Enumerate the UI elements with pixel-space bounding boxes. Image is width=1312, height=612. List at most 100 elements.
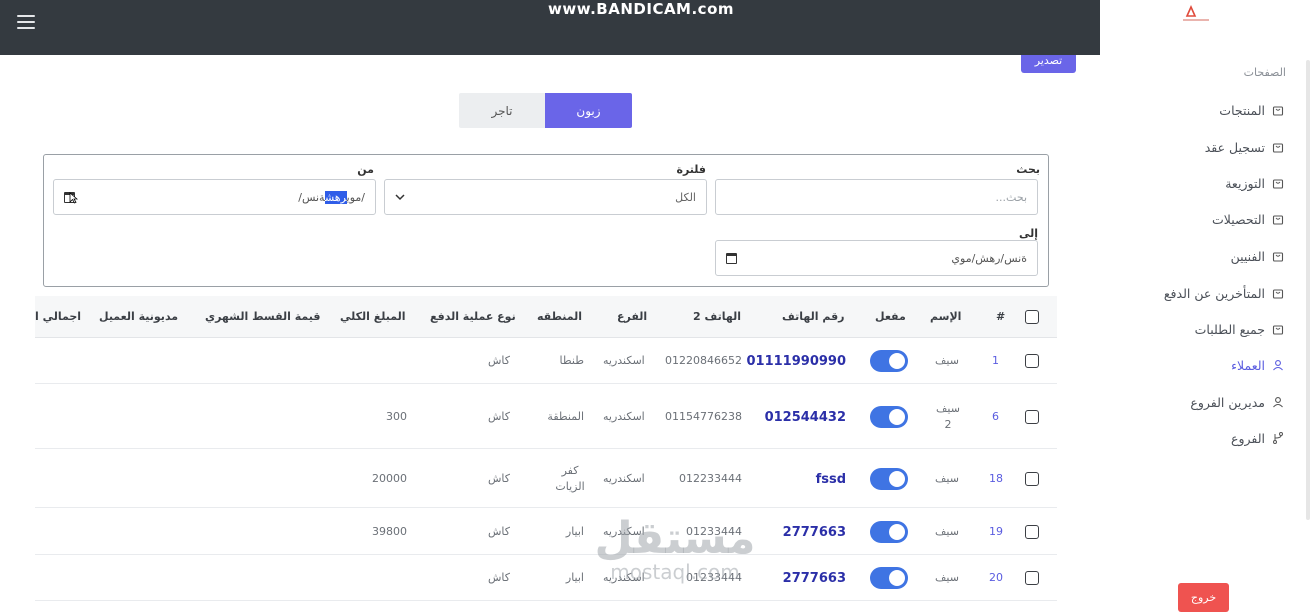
sidebar-item-label: المنتجات — [1219, 102, 1265, 118]
select-all-checkbox[interactable] — [1025, 310, 1039, 324]
th-payment-type: نوع عملية الدفع — [430, 310, 516, 323]
sidebar-item-label: الفروع — [1231, 430, 1265, 446]
user-icon — [1272, 396, 1284, 408]
th-index: # — [996, 310, 1006, 323]
sidebar-item-label: جميع الطلبات — [1194, 321, 1265, 337]
cell-payment-type: كاش — [488, 571, 511, 584]
cell-branch: اسكندريه — [603, 410, 645, 423]
cell-name: سيف — [935, 354, 959, 367]
sidebar-scrollbar[interactable] — [1306, 60, 1310, 520]
active-toggle[interactable] — [870, 406, 908, 428]
cell-phone[interactable]: 2777663 — [783, 525, 846, 540]
cell-name: سيف 2 — [936, 402, 960, 431]
cell-phone[interactable]: 012544432 — [765, 410, 846, 425]
th-region: المنطقه — [537, 310, 583, 323]
th-total: المبلغ الكلي — [340, 310, 406, 323]
active-toggle[interactable] — [870, 567, 908, 589]
th-phone: رقم الهاتف — [782, 310, 845, 323]
cell-phone[interactable]: fssd — [816, 472, 846, 487]
cell-phone[interactable]: 2777663 — [783, 571, 846, 586]
to-date-input[interactable]: ةنس/رهش/موي — [715, 240, 1038, 276]
cell-total: 300 — [386, 410, 407, 423]
th-branch: الفرع — [617, 310, 648, 323]
th-active: مفعل — [875, 310, 906, 323]
table-header: # الإسم مفعل رقم الهاتف الهاتف 2 الفرع ا… — [35, 296, 1057, 338]
sidebar — [1100, 0, 1312, 612]
calendar-icon[interactable] — [726, 252, 737, 264]
search-label: بحث — [1016, 163, 1040, 176]
cell-phone2: 01220846652 — [665, 354, 742, 367]
cell-payment-type: كاش — [488, 354, 511, 367]
table-row[interactable]: 1 سيف 01111990990 01220846652 اسكندريه طنطا كا… — [35, 338, 1057, 384]
filter-select-value: الكل — [675, 190, 696, 204]
row-checkbox[interactable] — [1025, 354, 1039, 368]
cell-payment-type: كاش — [488, 472, 511, 485]
th-name: الإسم — [930, 310, 962, 323]
user-icon — [1272, 359, 1284, 371]
cell-name: سيف — [935, 571, 959, 584]
row-checkbox[interactable] — [1025, 410, 1039, 424]
sidebar-item-9[interactable]: الفروع — [1231, 427, 1284, 449]
sidebar-item-8[interactable]: مديرين الفروع — [1190, 391, 1284, 413]
sidebar-item-6[interactable]: جميع الطلبات — [1195, 318, 1284, 340]
tab-merchant[interactable]: تاجر — [459, 93, 545, 128]
th-installment: قيمة القسط الشهري — [205, 310, 321, 323]
active-toggle[interactable] — [870, 521, 908, 543]
calendar-icon[interactable] — [64, 188, 78, 207]
bag-icon — [1272, 287, 1284, 299]
cell-phone2: 01233444 — [686, 525, 742, 538]
sidebar-item-2[interactable]: التوزيعة — [1225, 172, 1284, 194]
bag-icon — [1272, 104, 1284, 116]
sidebar-item-label: الفنيين — [1230, 248, 1265, 264]
menu-icon[interactable] — [17, 15, 35, 29]
table-row[interactable]: 18 سيف fssd 012233444 اسكندريه كفر الزيات كاش 20… — [35, 449, 1057, 508]
cell-region: المنطقة — [547, 410, 584, 423]
bag-icon — [1272, 177, 1284, 189]
cell-name: سيف — [935, 472, 959, 485]
filter-select[interactable]: الكل — [384, 179, 707, 215]
cell-region: ابيار — [565, 525, 584, 538]
cell-region: ابيار — [565, 571, 584, 584]
logout-button[interactable]: خروج — [1178, 583, 1229, 612]
cell-region: طنطا — [559, 354, 584, 367]
tab-customer[interactable]: زبون — [545, 93, 632, 128]
cell-branch: اسكندريه — [603, 354, 645, 367]
filter-label: فلترة — [676, 163, 706, 176]
bag-icon — [1272, 250, 1284, 262]
cell-total: 39800 — [372, 525, 407, 538]
logo — [1177, 4, 1215, 24]
cell-index: 20 — [989, 571, 1003, 584]
sidebar-item-5[interactable]: المتأخرين عن الدفع — [1164, 282, 1284, 304]
sidebar-item-label: تسجيل عقد — [1204, 139, 1265, 155]
cell-index: 18 — [989, 472, 1003, 485]
row-checkbox[interactable] — [1025, 525, 1039, 539]
from-date-input[interactable]: /مويرهشةنس/ — [53, 179, 376, 215]
active-toggle[interactable] — [870, 468, 908, 490]
bag-icon — [1272, 323, 1284, 335]
row-checkbox[interactable] — [1025, 571, 1039, 585]
table-row[interactable]: 6 سيف 2 012544432 01154776238 اسكندريه المنطقة… — [35, 384, 1057, 449]
search-input[interactable] — [715, 179, 1038, 215]
from-label: من — [357, 163, 374, 176]
sidebar-item-4[interactable]: الفنيين — [1231, 245, 1284, 267]
cell-phone2: 01233444 — [686, 571, 742, 584]
sidebar-item-label: التحصيلات — [1212, 211, 1265, 227]
customers-table: # الإسم مفعل رقم الهاتف الهاتف 2 الفرع ا… — [35, 296, 1057, 612]
table-row[interactable]: 19 سيف 2777663 01233444 اسكندريه ابيار كاش 3980… — [35, 508, 1057, 555]
cell-total: 20000 — [372, 472, 407, 485]
sidebar-item-1[interactable]: تسجيل عقد — [1205, 136, 1284, 158]
sidebar-item-7[interactable]: العملاء — [1231, 354, 1284, 376]
sidebar-item-0[interactable]: المنتجات — [1219, 99, 1284, 121]
bandicam-watermark: www.BANDICAM.com — [548, 0, 735, 18]
sidebar-item-3[interactable]: التحصيلات — [1212, 208, 1284, 230]
cell-payment-type: كاش — [488, 525, 511, 538]
active-toggle[interactable] — [870, 350, 908, 372]
table-row[interactable]: 20 سيف 2777663 01233444 اسكندريه ابيار كاش — [35, 555, 1057, 601]
cell-index: 1 — [992, 354, 999, 367]
sidebar-item-label: العملاء — [1231, 357, 1265, 373]
cell-branch: اسكندريه — [603, 525, 645, 538]
row-checkbox[interactable] — [1025, 472, 1039, 486]
cell-branch: اسكندريه — [603, 472, 645, 485]
cell-phone2: 012233444 — [679, 472, 742, 485]
cell-phone[interactable]: 01111990990 — [747, 354, 847, 369]
